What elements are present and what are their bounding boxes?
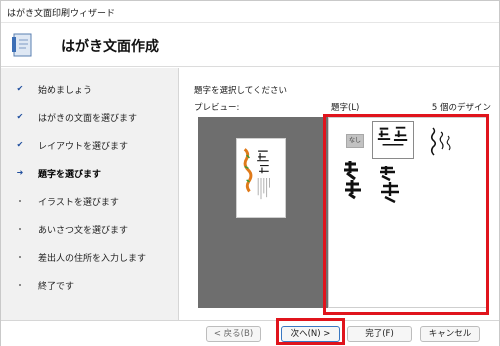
bullet-icon bbox=[15, 196, 25, 206]
step-label: イラストを選びます bbox=[38, 198, 119, 208]
preview-label: プレビュー: bbox=[194, 103, 240, 113]
design-thumb-2[interactable] bbox=[372, 121, 414, 159]
step-label: 終了です bbox=[38, 282, 75, 292]
title-design-list[interactable]: なし bbox=[328, 117, 489, 308]
next-button[interactable]: 次へ(N) > bbox=[281, 326, 340, 342]
step-label: あいさつ文を選びます bbox=[38, 226, 129, 236]
wizard-window: はがき文面印刷ウィザード はがき文面作成 ✔ 始めましょう ✔ はがきの文面を選… bbox=[0, 0, 500, 346]
step-label: 差出人の住所を入力します bbox=[38, 254, 147, 264]
bullet-icon bbox=[15, 224, 25, 234]
check-icon: ✔ bbox=[16, 112, 24, 121]
check-icon: ✔ bbox=[16, 84, 24, 93]
design-thumb-5[interactable] bbox=[375, 164, 409, 204]
step-item-finish: 終了です bbox=[1, 278, 179, 294]
step-item-layout: ✔ レイアウトを選びます bbox=[1, 138, 179, 154]
step-item-illustration: イラストを選びます bbox=[1, 194, 179, 210]
step-label: 題字を選びます bbox=[38, 170, 102, 180]
design-thumb-4[interactable] bbox=[341, 158, 369, 200]
step-item-greeting: あいさつ文を選びます bbox=[1, 222, 179, 238]
step-label: レイアウトを選びます bbox=[38, 142, 129, 152]
instruction-text: 題字を選択してください bbox=[194, 86, 287, 96]
window-title: はがき文面印刷ウィザード bbox=[7, 9, 116, 19]
document-wizard-icon bbox=[12, 33, 32, 57]
title-bar: はがき文面印刷ウィザード bbox=[1, 1, 499, 23]
design-thumb-none[interactable]: なし bbox=[346, 134, 364, 148]
step-sidebar: ✔ 始めましょう ✔ はがきの文面を選びます ✔ レイアウトを選びます ➜ 題字… bbox=[1, 68, 179, 320]
step-item-title-text: ➜ 題字を選びます bbox=[1, 166, 179, 182]
postcard-preview bbox=[236, 138, 286, 218]
check-icon: ✔ bbox=[16, 140, 24, 149]
preview-area bbox=[198, 117, 328, 308]
finish-button[interactable]: 完了(F) bbox=[347, 326, 412, 342]
step-item-sender-address: 差出人の住所を入力します bbox=[1, 250, 179, 266]
wizard-header: はがき文面作成 bbox=[1, 23, 499, 67]
step-item-start: ✔ 始めましょう bbox=[1, 82, 179, 98]
back-button[interactable]: < 戻る(B) bbox=[206, 326, 261, 342]
design-thumb-3[interactable] bbox=[427, 124, 455, 164]
cancel-button[interactable]: キャンセル bbox=[420, 326, 480, 342]
bullet-icon bbox=[15, 280, 25, 290]
arrow-right-icon: ➜ bbox=[16, 168, 24, 177]
main-panel: 題字を選択してください プレビュー: 題字(L) 5 個のデザイン なし bbox=[181, 68, 499, 320]
bullet-icon bbox=[15, 252, 25, 262]
step-label: はがきの文面を選びます bbox=[38, 114, 138, 124]
step-label: 始めましょう bbox=[38, 86, 93, 96]
title-list-label: 題字(L) bbox=[331, 103, 360, 113]
page-title: はがき文面作成 bbox=[61, 39, 159, 55]
button-bar: < 戻る(B) 次へ(N) > 完了(F) キャンセル bbox=[1, 320, 499, 346]
step-item-choose-surface: ✔ はがきの文面を選びます bbox=[1, 110, 179, 126]
design-count: 5 個のデザイン bbox=[431, 103, 491, 113]
